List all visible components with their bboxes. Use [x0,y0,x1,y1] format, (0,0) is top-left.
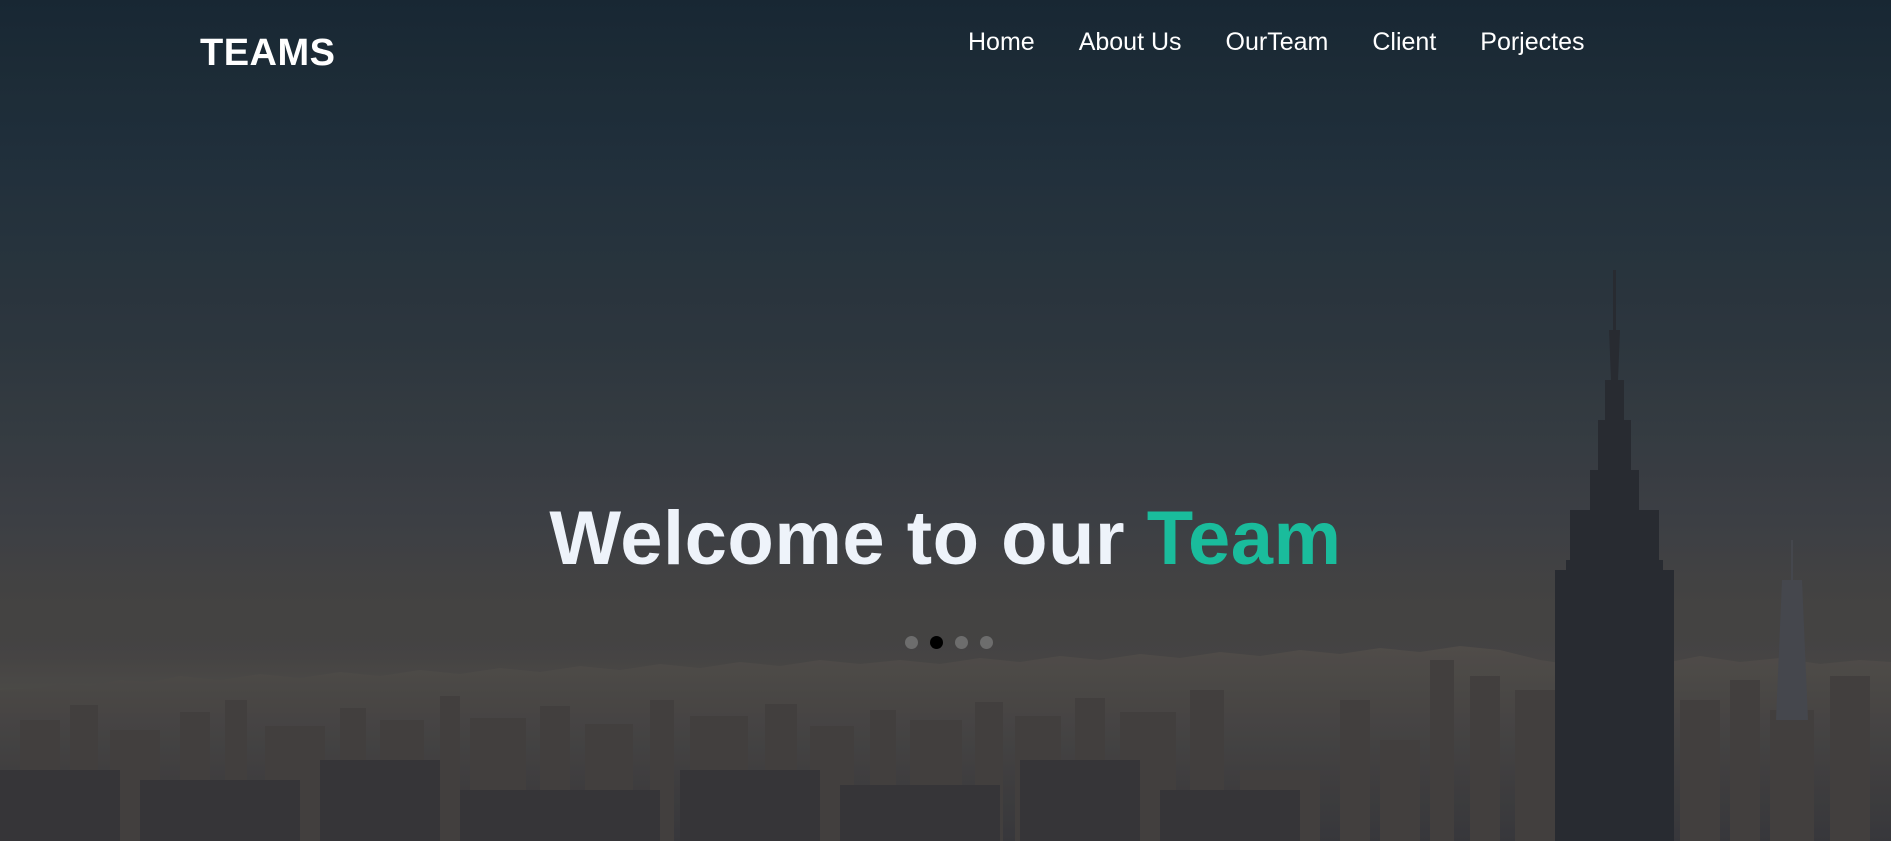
headline-main-text: Welcome to our [549,496,1126,581]
carousel-dot-2[interactable] [930,636,943,649]
hero-headline: Welcome to our Team [0,495,1891,582]
carousel-dot-4[interactable] [980,636,993,649]
nav-item-client: Client [1372,28,1436,57]
carousel-indicators [905,636,993,649]
nav-link-our-team[interactable]: OurTeam [1226,28,1329,56]
city-skyline-background [0,270,1891,841]
nav-link-projects[interactable]: Porjectes [1480,28,1584,56]
nav-item-home: Home [968,28,1035,57]
nav-item-our-team: OurTeam [1226,28,1329,57]
nav-link-home[interactable]: Home [968,28,1035,56]
carousel-dot-3[interactable] [955,636,968,649]
navbar: TEAMS Home About Us OurTeam Client Porje… [0,0,1891,90]
nav-item-projects: Porjectes [1480,28,1584,57]
brand-logo[interactable]: TEAMS [200,32,336,75]
hero-section: TEAMS Home About Us OurTeam Client Porje… [0,0,1891,841]
nav-menu: Home About Us OurTeam Client Porjectes [968,28,1584,57]
nav-link-about-us[interactable]: About Us [1079,28,1182,56]
headline-accent-text: Team [1146,496,1342,581]
nav-item-about-us: About Us [1079,28,1182,57]
nav-link-client[interactable]: Client [1372,28,1436,56]
carousel-dot-1[interactable] [905,636,918,649]
